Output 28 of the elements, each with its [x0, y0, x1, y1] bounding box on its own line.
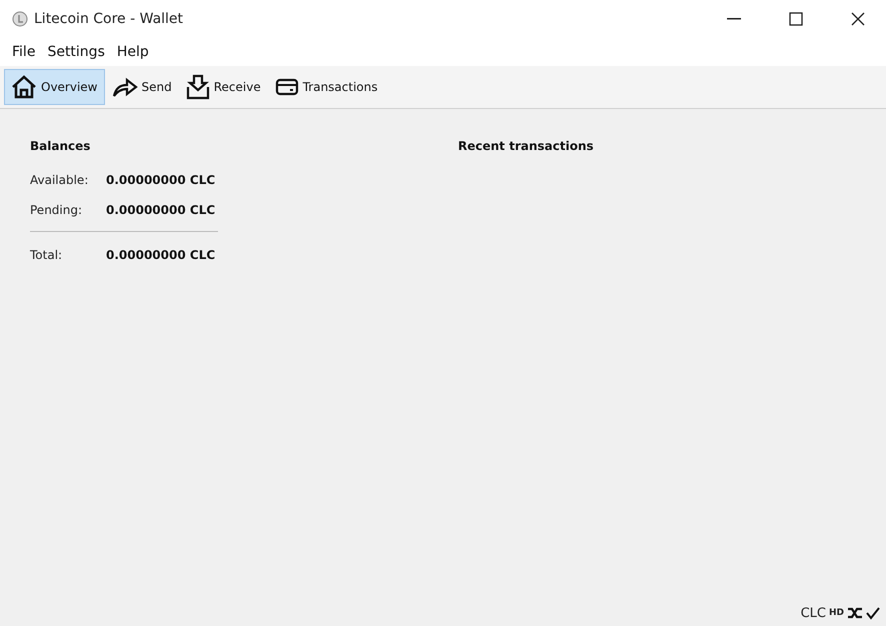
arrow-icon: [112, 76, 138, 98]
check-icon: [866, 606, 880, 620]
minimize-icon[interactable]: [727, 18, 741, 20]
hd-label: HD: [828, 608, 844, 618]
section-title: Balances: [30, 139, 92, 153]
window-title: Litecoin Core - Wallet: [34, 11, 184, 27]
unit-label[interactable]: CLC: [800, 606, 826, 620]
menu-item[interactable]: File: [6, 44, 42, 60]
total-label: Total:: [30, 248, 64, 262]
card-icon: [274, 77, 299, 97]
inbox-icon: [186, 74, 210, 100]
maximize-icon[interactable]: [789, 12, 803, 26]
balance-value: 0.00000000 CLC: [106, 203, 216, 217]
network-icon: [847, 606, 863, 620]
toolbar-tab[interactable]: Overview: [4, 69, 104, 105]
toolbar-tab[interactable]: Receive: [178, 69, 268, 105]
toolbar-tab[interactable]: Transactions: [268, 69, 385, 105]
menu-item[interactable]: Settings: [41, 44, 111, 60]
section-title: Recent transactions: [458, 139, 595, 153]
balance-value: 0.00000000 CLC: [106, 173, 216, 187]
menu-item[interactable]: Help: [110, 44, 155, 60]
balance-label: Pending:: [30, 203, 84, 217]
coin-icon: [12, 11, 28, 27]
total-value: 0.00000000 CLC: [106, 248, 216, 262]
close-icon[interactable]: [851, 12, 865, 26]
house-icon: [11, 75, 37, 99]
toolbar-tab[interactable]: Send: [104, 69, 179, 105]
balance-label: Available:: [30, 173, 90, 187]
